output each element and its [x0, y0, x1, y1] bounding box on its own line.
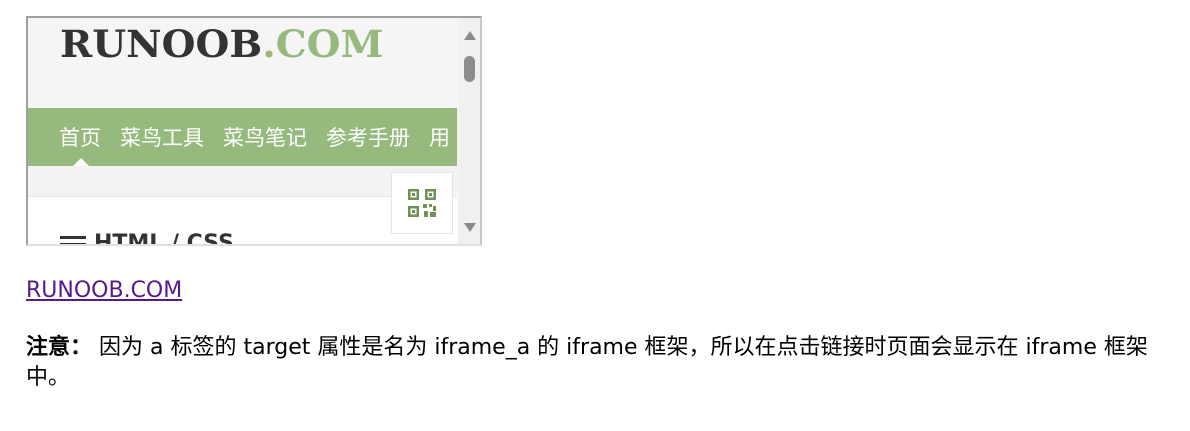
runoob-link[interactable]: RUNOOB.COM [26, 278, 182, 303]
section-heading-text: HTML / CSS [94, 231, 234, 244]
scroll-down-arrow-icon[interactable] [464, 223, 476, 232]
section-heading[interactable]: HTML / CSS [60, 231, 234, 244]
top-navbar: 首页 菜鸟工具 菜鸟笔记 参考手册 用 [28, 108, 457, 166]
scroll-up-arrow-icon[interactable] [464, 31, 476, 40]
page: RUNOOB.COM 首页 菜鸟工具 菜鸟笔记 参考手册 用 HTML / CS… [0, 0, 1190, 431]
scroll-thumb[interactable] [464, 56, 475, 82]
runoob-logo[interactable]: RUNOOB.COM [60, 23, 384, 65]
nav-item-reference[interactable]: 参考手册 [326, 122, 410, 152]
qr-code-icon [408, 189, 436, 217]
note-text: 因为 a 标签的 target 属性是名为 iframe_a 的 iframe … [26, 335, 1148, 390]
note-label: 注意： [26, 335, 93, 360]
iframe-a[interactable]: RUNOOB.COM 首页 菜鸟工具 菜鸟笔记 参考手册 用 HTML / CS… [26, 16, 482, 246]
nav-item-tools[interactable]: 菜鸟工具 [120, 122, 204, 152]
logo-main-text: RUNOOB [60, 22, 263, 66]
list-icon [60, 235, 86, 244]
logo-accent-text: .COM [262, 22, 384, 66]
iframe-scrollbar[interactable] [459, 18, 480, 244]
nav-item-partial[interactable]: 用 [429, 122, 450, 152]
qr-code-button[interactable] [391, 172, 453, 234]
note-paragraph: 注意： 因为 a 标签的 target 属性是名为 iframe_a 的 ifr… [26, 333, 1171, 393]
iframe-content: RUNOOB.COM 首页 菜鸟工具 菜鸟笔记 参考手册 用 HTML / CS… [28, 18, 457, 244]
nav-item-notes[interactable]: 菜鸟笔记 [223, 122, 307, 152]
nav-item-home[interactable]: 首页 [59, 122, 101, 152]
nav-list: 首页 菜鸟工具 菜鸟笔记 参考手册 用 [59, 108, 457, 166]
